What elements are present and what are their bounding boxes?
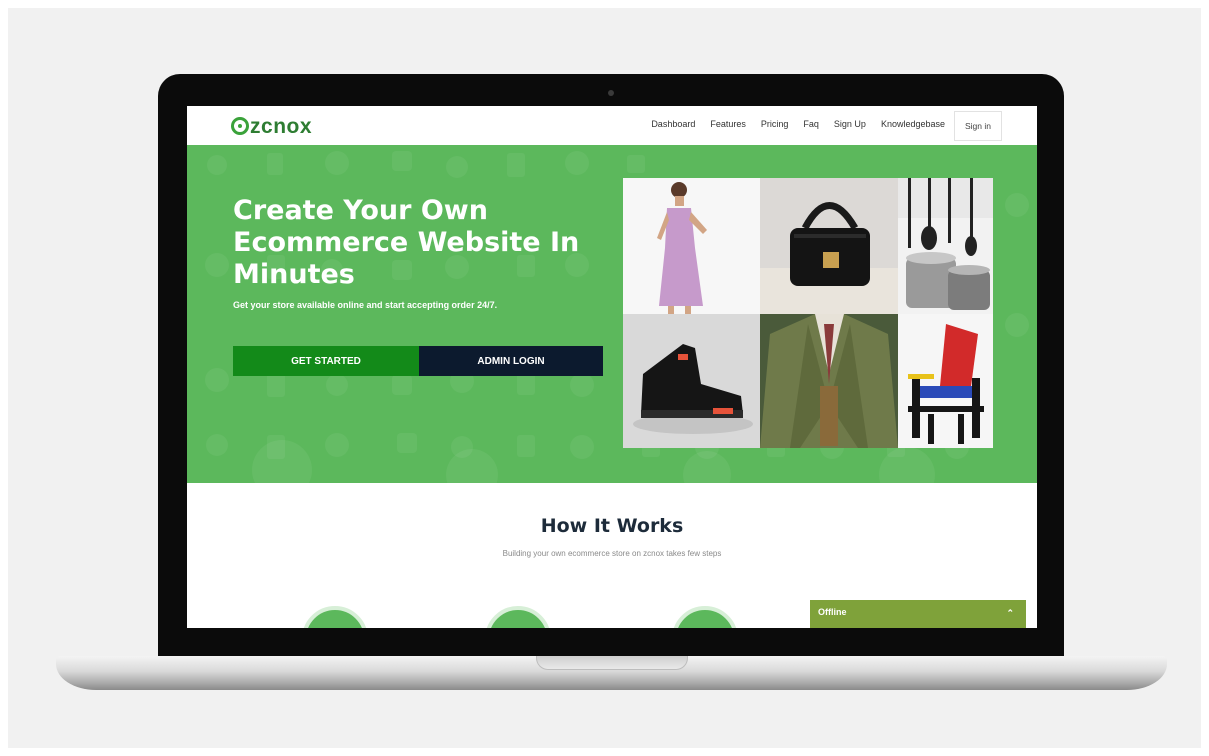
blazer-photo bbox=[760, 314, 898, 448]
logo-icon bbox=[231, 117, 249, 135]
nav-link-pricing[interactable]: Pricing bbox=[761, 119, 789, 129]
hero-title-line-2: Ecommerce Website In bbox=[233, 227, 580, 258]
hero-section: Create Your Own Ecommerce Website In Min… bbox=[187, 145, 1037, 483]
step-3-circle bbox=[672, 606, 738, 628]
hero-title-line-3: Minutes bbox=[233, 259, 355, 290]
step-1-circle bbox=[302, 606, 368, 628]
cookware-photo bbox=[898, 178, 993, 314]
chat-widget[interactable]: Offline ⌃ bbox=[810, 600, 1026, 628]
step-2-circle bbox=[485, 606, 551, 628]
chevron-up-icon[interactable]: ⌃ bbox=[1006, 608, 1014, 619]
screenshot-stage: zcnox Dashboard Features Pricing Faq Sig… bbox=[0, 0, 1209, 756]
sneaker-photo bbox=[623, 314, 760, 448]
webcam-icon bbox=[608, 90, 614, 96]
logo-text-a: zc bbox=[250, 115, 274, 138]
nav-link-knowledgebase[interactable]: Knowledgebase bbox=[881, 119, 945, 129]
top-navigation: zcnox Dashboard Features Pricing Faq Sig… bbox=[187, 106, 1037, 145]
nav-link-features[interactable]: Features bbox=[710, 119, 746, 129]
product-image-grid bbox=[623, 178, 993, 448]
chair-photo bbox=[898, 314, 993, 448]
nav-link-faq[interactable]: Faq bbox=[803, 119, 819, 129]
signin-button[interactable]: Sign in bbox=[954, 111, 1002, 141]
logo-text-b: nox bbox=[273, 115, 313, 138]
hero-subtitle: Get your store available online and star… bbox=[233, 300, 498, 310]
laptop-notch bbox=[536, 656, 688, 670]
how-subtitle: Building your own ecommerce store on zcn… bbox=[502, 549, 722, 558]
website-screen: zcnox Dashboard Features Pricing Faq Sig… bbox=[187, 106, 1037, 628]
admin-login-button[interactable]: ADMIN LOGIN bbox=[419, 346, 603, 376]
get-started-button[interactable]: GET STARTED bbox=[233, 346, 419, 376]
nav-links: Dashboard Features Pricing Faq Sign Up K… bbox=[651, 119, 945, 129]
nav-link-signup[interactable]: Sign Up bbox=[834, 119, 866, 129]
site-logo[interactable]: zcnox bbox=[231, 115, 312, 139]
dress-photo bbox=[623, 178, 760, 314]
nav-link-dashboard[interactable]: Dashboard bbox=[651, 119, 695, 129]
handbag-photo bbox=[760, 178, 898, 314]
chat-status: Offline bbox=[818, 607, 847, 617]
how-title: How It Works bbox=[540, 515, 684, 537]
hero-title: Create Your Own Ecommerce Website In Min… bbox=[233, 195, 613, 291]
hero-title-line-1: Create Your Own bbox=[233, 195, 488, 226]
